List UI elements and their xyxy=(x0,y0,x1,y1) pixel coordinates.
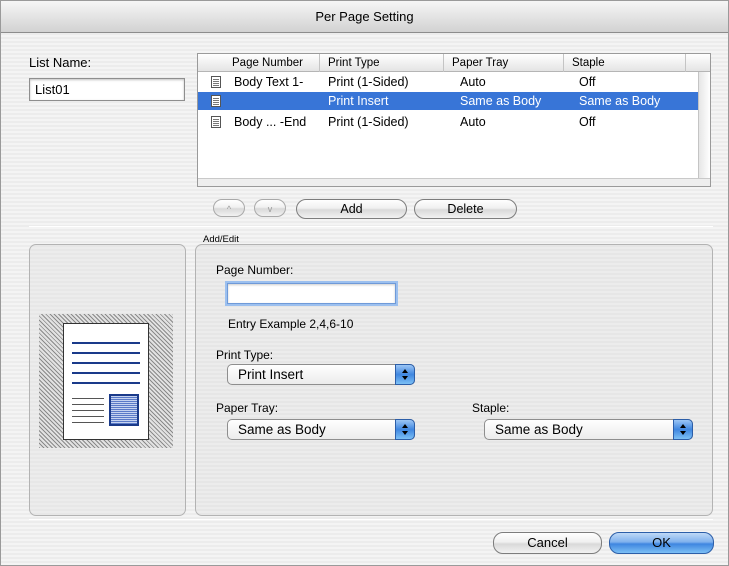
per-page-setting-dialog: Per Page Setting List Name: List01 Page … xyxy=(0,0,729,566)
row-print-type: Print Insert xyxy=(328,94,389,108)
preview-line xyxy=(72,404,104,405)
vertical-scrollbar[interactable] xyxy=(698,72,710,186)
cancel-button[interactable]: Cancel xyxy=(493,532,602,554)
add-button[interactable]: Add xyxy=(296,199,407,219)
row-staple: Off xyxy=(579,75,596,89)
row-page-number: Body Text 1- xyxy=(234,75,304,89)
staple-select[interactable]: Same as Body xyxy=(484,419,693,440)
insert-page-icon xyxy=(109,394,139,426)
print-type-select[interactable]: Print Insert xyxy=(227,364,415,385)
preview-line xyxy=(72,342,140,344)
ok-button[interactable]: OK xyxy=(609,532,714,554)
row-paper-tray: Auto xyxy=(460,75,486,89)
staple-label: Staple: xyxy=(472,401,510,415)
row-staple: Off xyxy=(579,115,596,129)
preview-line xyxy=(72,416,104,417)
paper-tray-select[interactable]: Same as Body xyxy=(227,419,415,440)
preview-line xyxy=(72,352,140,354)
row-print-type: Print (1-Sided) xyxy=(328,115,409,129)
popup-arrows-icon xyxy=(673,419,693,440)
table-row[interactable]: Body ... -End Print (1-Sided) Auto Off xyxy=(198,113,698,131)
page-settings-table[interactable]: Page Number Print Type Paper Tray Staple… xyxy=(197,53,711,187)
page-preview-image xyxy=(63,323,149,440)
popup-arrows-icon xyxy=(395,419,415,440)
preview-line xyxy=(72,422,104,423)
staple-value: Same as Body xyxy=(495,422,583,437)
print-type-value: Print Insert xyxy=(238,367,304,382)
chevron-up-icon: ^ xyxy=(226,204,232,214)
preview-line xyxy=(72,382,140,384)
document-icon xyxy=(211,95,221,107)
row-staple: Same as Body xyxy=(579,94,661,108)
preview-line xyxy=(72,362,140,364)
entry-example-text: Entry Example 2,4,6-10 xyxy=(228,317,354,331)
list-name-label: List Name: xyxy=(29,55,92,70)
preview-line xyxy=(72,372,140,374)
page-number-label: Page Number: xyxy=(216,263,294,277)
paper-tray-label: Paper Tray: xyxy=(216,401,279,415)
preview-line xyxy=(72,398,104,399)
preview-line xyxy=(72,410,104,411)
list-name-field[interactable]: List01 xyxy=(29,78,185,101)
paper-tray-value: Same as Body xyxy=(238,422,326,437)
separator xyxy=(29,226,713,227)
row-paper-tray: Auto xyxy=(460,115,486,129)
chevron-down-icon: v xyxy=(267,204,273,214)
column-header-print-type[interactable]: Print Type xyxy=(320,54,444,72)
print-type-label: Print Type: xyxy=(216,348,274,362)
column-header-page-number[interactable]: Page Number xyxy=(198,54,320,72)
table-row-selected[interactable]: Print Insert Same as Body Same as Body xyxy=(198,92,698,110)
document-icon xyxy=(211,76,221,88)
separator xyxy=(29,519,713,520)
delete-button[interactable]: Delete xyxy=(414,199,517,219)
move-up-button[interactable]: ^ xyxy=(213,199,245,217)
page-number-field[interactable] xyxy=(227,283,396,304)
popup-arrows-icon xyxy=(395,364,415,385)
table-header: Page Number Print Type Paper Tray Staple xyxy=(198,54,710,72)
document-icon xyxy=(211,116,221,128)
column-header-filler xyxy=(686,54,710,72)
window-title: Per Page Setting xyxy=(1,1,728,33)
move-down-button[interactable]: v xyxy=(254,199,286,217)
horizontal-scrollbar[interactable] xyxy=(198,178,710,186)
table-row[interactable]: Body Text 1- Print (1-Sided) Auto Off xyxy=(198,73,698,91)
row-print-type: Print (1-Sided) xyxy=(328,75,409,89)
column-header-staple[interactable]: Staple xyxy=(564,54,686,72)
row-page-number: Body ... -End xyxy=(234,115,307,129)
row-paper-tray: Same as Body xyxy=(460,94,542,108)
column-header-paper-tray[interactable]: Paper Tray xyxy=(444,54,564,72)
